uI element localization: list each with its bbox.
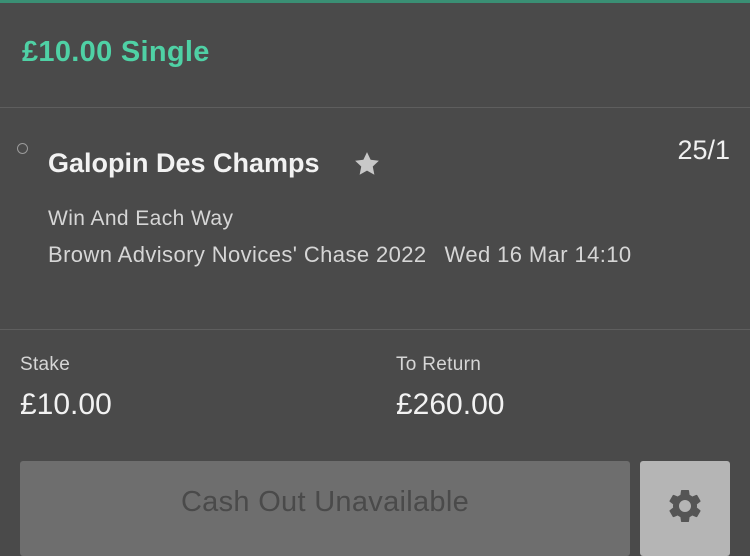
odds: 25/1 (677, 135, 730, 165)
stake-value: £10.00 (20, 388, 112, 421)
gear-icon (669, 490, 701, 522)
bet-title: £10.00 Single (22, 36, 210, 68)
bet-header: £10.00 Single (0, 3, 750, 108)
event-info: Brown Advisory Novices' Chase 2022 Wed 16… (48, 241, 668, 269)
event-name: Brown Advisory Novices' Chase 2022 (48, 242, 427, 267)
to-return-value: £260.00 (396, 388, 505, 421)
cash-out-button[interactable]: Cash Out Unavailable (20, 461, 630, 556)
star-icon[interactable] (352, 149, 382, 179)
market-type: Win And Each Way (48, 207, 234, 230)
event-time: 14:10 (574, 242, 632, 267)
runner-name: Galopin Des Champs (48, 148, 320, 178)
selection-card: Galopin Des Champs 25/1 Win And Each Way… (0, 108, 750, 330)
stake-label: Stake (20, 354, 71, 375)
cash-out-label: Cash Out Unavailable (180, 486, 470, 518)
event-date: Wed 16 Mar (444, 242, 568, 267)
to-return-label: To Return (396, 354, 482, 375)
settings-button[interactable] (640, 461, 730, 556)
status-circle-icon (17, 143, 28, 154)
